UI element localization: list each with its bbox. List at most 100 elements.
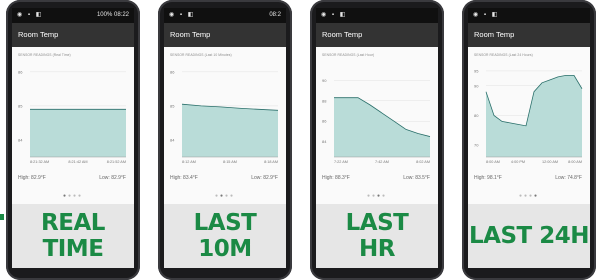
- x-tick-label: 8:18 AM: [264, 160, 278, 164]
- caption-area: REAL TIME: [12, 204, 134, 268]
- y-tick-label: 84: [170, 137, 175, 142]
- status-bar: ◉ ▪ ◧ 100% 08:22: [12, 8, 134, 23]
- x-tick-label: 12:00 AM: [542, 160, 558, 164]
- high-value: High: 98.1°F: [474, 175, 502, 181]
- low-value: Low: 82.9°F: [251, 175, 278, 181]
- caption-line: LAST 24H: [469, 223, 589, 249]
- y-tick-label: 90: [322, 78, 327, 83]
- app-title: Room Temp: [170, 30, 211, 39]
- area-series: [30, 109, 126, 157]
- chart-panel[interactable]: SENSOR READINGS (Last Hour) 84 86 88 90 7:22…: [316, 47, 438, 204]
- status-time: 100% 08:22: [96, 12, 129, 18]
- caption-line: 10M: [198, 236, 252, 262]
- caption: LAST HR: [346, 210, 409, 262]
- sensor-label: SENSOR READINGS (Last 10 Minutes): [170, 53, 232, 57]
- caption-line: LAST: [345, 210, 409, 236]
- x-tick-label: 8:00 AM: [486, 160, 500, 164]
- x-tick-label: 7:42 AM: [375, 160, 389, 164]
- caption-line: LAST: [193, 210, 257, 236]
- app-bar: Room Temp: [316, 23, 438, 47]
- low-value: Low: 74.8°F: [555, 175, 582, 181]
- sensor-label: SENSOR READINGS (Last Hour): [322, 53, 375, 57]
- chart-panel[interactable]: SENSOR READINGS (Last 24 Hours) 70 80 90 95…: [468, 47, 590, 204]
- phone-last-10m: ◉ ▪ ◧ 08:2 Room Temp SENSOR READINGS (La…: [158, 0, 292, 280]
- caption: LAST 24H: [469, 223, 589, 249]
- area-series: [182, 104, 278, 157]
- y-tick-label: 84: [18, 137, 23, 142]
- phone-last-hour: ◉ ▪ ◧ Room Temp SENSOR READINGS (Last Ho…: [310, 0, 444, 280]
- page-dot[interactable]: ●: [230, 193, 235, 199]
- y-tick-label: 95: [474, 68, 479, 73]
- caption-line: TIME: [42, 236, 104, 262]
- low-value: Low: 82.9°F: [99, 175, 126, 181]
- area-series: [486, 75, 582, 157]
- y-tick-label: 84: [322, 139, 327, 144]
- phone-screen: ◉ ▪ ◧ 100% 08:22 Room Temp SENSOR READIN…: [12, 8, 134, 204]
- temperature-chart: 70 80 90 95 8:00 AM 4:00 PM 12:00 AM 8:00 AM: [474, 68, 583, 164]
- status-bar: ◉ ▪ ◧: [316, 8, 438, 23]
- page-dot[interactable]: ●: [382, 193, 387, 199]
- x-tick-label: 4:00 PM: [511, 160, 525, 164]
- y-tick-label: 88: [322, 98, 327, 103]
- x-tick-label: 8:00 AM: [568, 160, 582, 164]
- app-title: Room Temp: [322, 30, 363, 39]
- caption: LAST 10M: [194, 210, 257, 262]
- y-tick-label: 85: [170, 103, 175, 108]
- status-icons: ◉ ▪ ◧: [321, 12, 348, 18]
- y-tick-label: 80: [474, 113, 479, 118]
- y-tick-label: 70: [474, 143, 479, 148]
- phone-screen: ◉ ▪ ◧ Room Temp SENSOR READINGS (Last 24…: [468, 8, 590, 204]
- x-tick-label: 8:21:32 AM: [30, 160, 49, 164]
- edge-mark: [0, 214, 4, 220]
- temperature-chart: 84 85 86 8:21:32 AM 8:21:42 AM 8:21:52 AM: [18, 69, 126, 164]
- chart-panel[interactable]: SENSOR READINGS (Last 10 Minutes) 84 85 86…: [164, 47, 286, 204]
- app-bar: Room Temp: [468, 23, 590, 47]
- x-tick-label: 8:21:52 AM: [107, 160, 126, 164]
- caption-area: LAST HR: [316, 204, 438, 268]
- app-bar: Room Temp: [164, 23, 286, 47]
- low-value: Low: 83.5°F: [403, 175, 430, 181]
- caption-area: LAST 24H: [468, 204, 590, 268]
- chart-panel[interactable]: SENSOR READINGS (Real Time) 84 85 86 8:21:3…: [12, 47, 134, 204]
- y-tick-label: 85: [18, 103, 23, 108]
- page-indicator: ●●●●: [316, 193, 438, 199]
- phone-last-24h: ◉ ▪ ◧ Room Temp SENSOR READINGS (Last 24…: [462, 0, 596, 280]
- temperature-chart: 84 86 88 90 7:22 AM 7:42 AM 8:02 AM: [322, 78, 431, 164]
- app-title: Room Temp: [474, 30, 515, 39]
- status-icons: ◉ ▪ ◧: [169, 12, 196, 18]
- page-indicator: ●●●●: [12, 193, 134, 199]
- status-icons: ◉ ▪ ◧: [17, 12, 44, 18]
- temperature-chart: 84 85 86 8:12 AM 8:15 AM 8:18 AM: [170, 69, 279, 164]
- x-tick-label: 8:02 AM: [416, 160, 430, 164]
- page-indicator: ●●●●: [164, 193, 286, 199]
- sensor-label: SENSOR READINGS (Last 24 Hours): [474, 53, 533, 57]
- phone-realtime: ◉ ▪ ◧ 100% 08:22 Room Temp SENSOR READIN…: [6, 0, 140, 280]
- y-tick-label: 90: [474, 83, 479, 88]
- high-value: High: 83.4°F: [170, 175, 198, 181]
- x-tick-label: 7:22 AM: [334, 160, 348, 164]
- phone-screen: ◉ ▪ ◧ 08:2 Room Temp SENSOR READINGS (La…: [164, 8, 286, 204]
- app-title: Room Temp: [18, 30, 59, 39]
- phone-screen: ◉ ▪ ◧ Room Temp SENSOR READINGS (Last Ho…: [316, 8, 438, 204]
- area-series: [334, 97, 430, 157]
- y-tick-label: 86: [18, 69, 23, 74]
- page-dot[interactable]: ●: [78, 193, 83, 199]
- y-tick-label: 86: [322, 119, 327, 124]
- status-bar: ◉ ▪ ◧ 08:2: [164, 8, 286, 23]
- x-tick-label: 8:12 AM: [182, 160, 196, 164]
- status-bar: ◉ ▪ ◧: [468, 8, 590, 23]
- sensor-label: SENSOR READINGS (Real Time): [18, 53, 71, 57]
- x-tick-label: 8:21:42 AM: [68, 160, 87, 164]
- high-value: High: 88.3°F: [322, 175, 350, 181]
- caption-line: HR: [359, 236, 395, 262]
- caption-line: REAL: [41, 210, 105, 236]
- status-time: 08:2: [269, 12, 281, 18]
- page-dot[interactable]: ●: [534, 193, 539, 199]
- page-indicator: ●●●●: [468, 193, 590, 199]
- caption: REAL TIME: [41, 210, 105, 262]
- x-tick-label: 8:15 AM: [223, 160, 237, 164]
- status-icons: ◉ ▪ ◧: [473, 12, 500, 18]
- caption-area: LAST 10M: [164, 204, 286, 268]
- app-bar: Room Temp: [12, 23, 134, 47]
- y-tick-label: 86: [170, 69, 175, 74]
